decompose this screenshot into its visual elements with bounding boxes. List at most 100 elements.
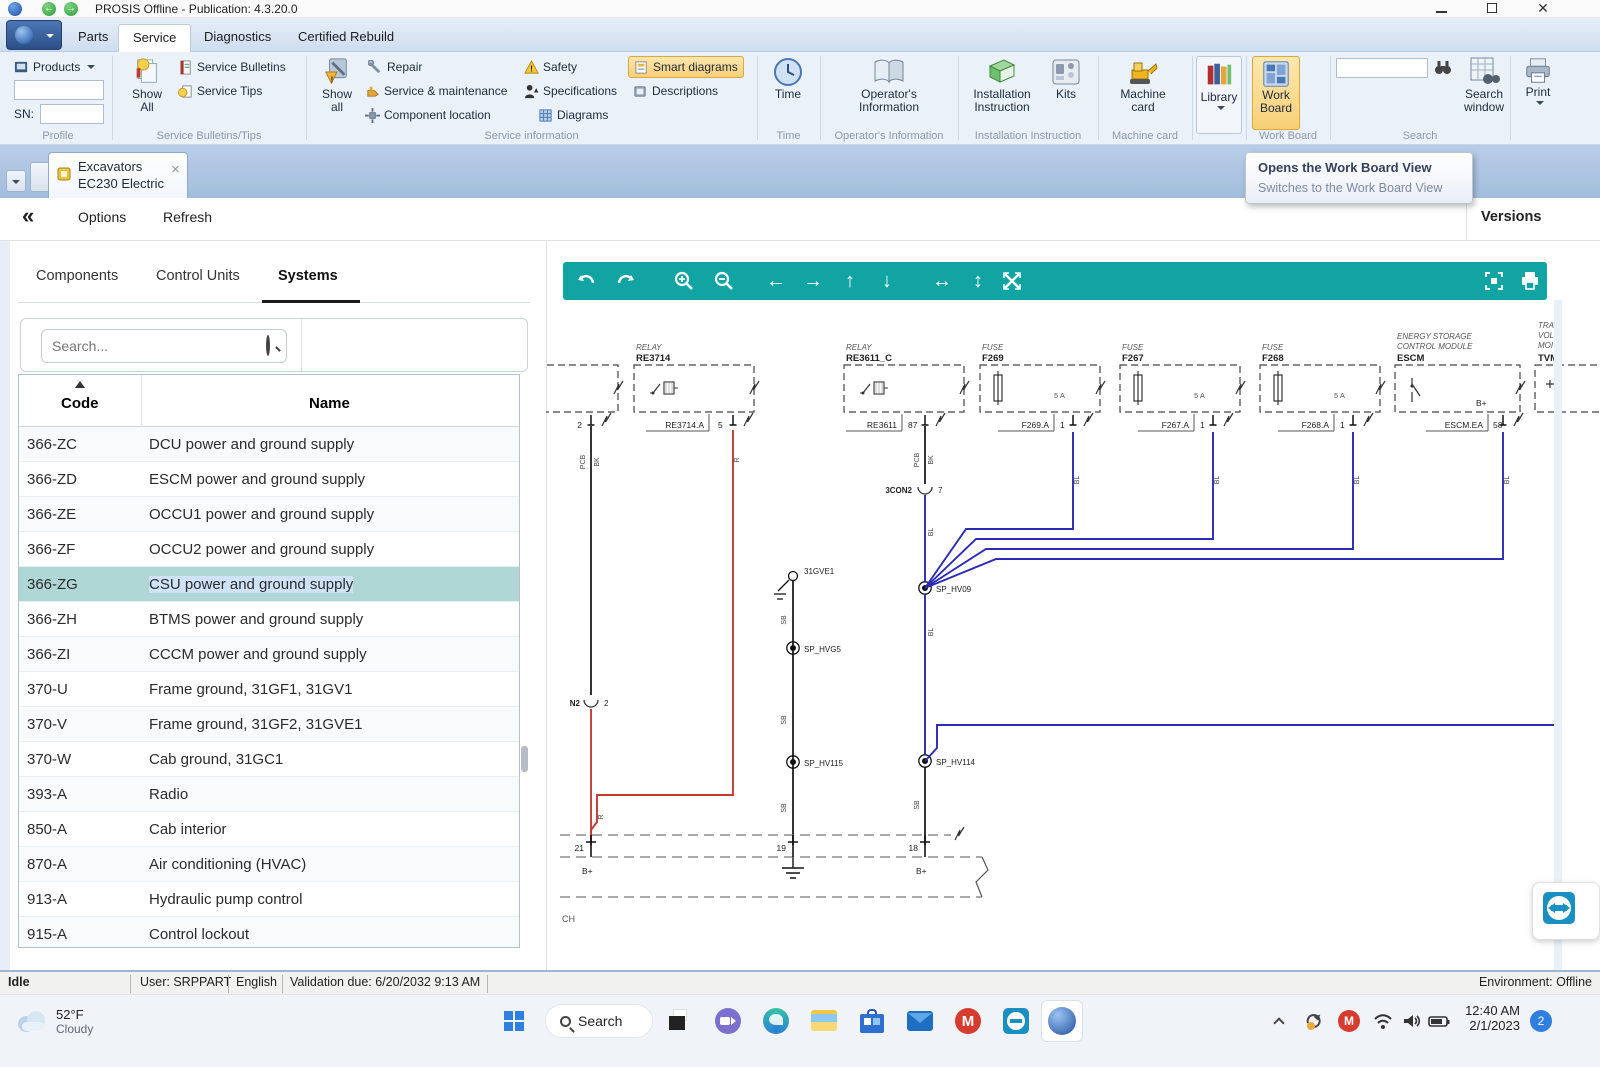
tab-parts[interactable]: Parts [64,24,122,52]
installation-instruction-button[interactable]: Installation Instruction [962,56,1042,114]
collapse-panel-button[interactable]: « [22,203,34,229]
safety-button[interactable]: ! Safety [524,57,577,77]
task-view-button[interactable] [663,1004,697,1038]
repair-button[interactable]: Repair [368,57,422,77]
store-app-icon[interactable] [855,1004,889,1038]
app-menu-button[interactable] [6,20,62,50]
column-header-code[interactable]: Code [61,395,99,412]
notification-badge[interactable]: 2 [1530,1010,1552,1032]
minimize-button[interactable] [1421,0,1461,17]
start-button[interactable] [497,1004,531,1038]
pan-left-icon[interactable]: ← [763,262,789,300]
table-row[interactable]: 870-AAir conditioning (HVAC) [19,847,519,882]
taskbar-search[interactable]: Search [545,1004,653,1038]
tab-components[interactable]: Components [36,268,118,284]
descriptions-button[interactable]: Descriptions [633,81,718,101]
nav-back-button[interactable]: ← [42,2,56,16]
machine-card-button[interactable]: Machine card [1108,56,1178,114]
table-row[interactable]: 913-AHydraulic pump control [19,882,519,917]
sn-input[interactable] [40,104,104,124]
search-window-button[interactable]: Search window [1458,56,1510,114]
table-row[interactable]: 915-AControl lockout [19,917,519,948]
print-button[interactable]: Print [1516,56,1560,105]
search-input[interactable] [41,329,287,363]
ribbon-search-input[interactable] [1336,58,1428,78]
diagrams-button[interactable]: Diagrams [538,105,608,125]
mail-app-icon[interactable] [903,1004,937,1038]
tray-mega-icon[interactable]: M [1332,1004,1366,1038]
teamviewer-popup[interactable] [1532,882,1600,940]
table-row[interactable]: 370-UFrame ground, 31GF1, 31GV1 [19,672,519,707]
diagram-scrollbar[interactable] [1554,300,1562,970]
tray-battery-icon[interactable] [1422,1004,1456,1038]
tab-diagnostics[interactable]: Diagnostics [190,24,285,52]
smart-diagrams-button[interactable]: Smart diagrams [628,56,744,78]
gmail-app-icon[interactable]: M [951,1004,985,1038]
pan-down-icon[interactable]: ↓ [874,262,900,300]
table-scrollbar[interactable] [521,746,528,772]
versions-button[interactable]: Versions [1481,209,1541,225]
expand-icon[interactable] [1001,270,1023,292]
prosis-app-icon[interactable] [1041,1000,1083,1042]
service-maintenance-button[interactable]: Service & maintenance [365,81,507,101]
sort-asc-icon[interactable] [75,381,85,388]
table-row[interactable]: 370-VFrame ground, 31GF2, 31GVE1 [19,707,519,742]
file-explorer-icon[interactable] [807,1004,841,1038]
weather-widget[interactable]: 52°F Cloudy [14,999,154,1043]
table-row-selected[interactable]: 366-ZGCSU power and ground supply [19,567,519,602]
tray-sync-icon[interactable] [1297,1004,1331,1038]
pan-up-icon[interactable]: ↑ [837,262,863,300]
close-button[interactable]: ✕ [1523,0,1563,17]
column-header-name[interactable]: Name [309,395,350,412]
print-label: Print [1526,86,1551,99]
table-row[interactable]: 366-ZICCCM power and ground supply [19,637,519,672]
fit-width-icon[interactable]: ↔ [929,262,955,300]
fit-screen-icon[interactable] [1483,270,1505,292]
show-all-bulletins-button[interactable]: Show All [122,56,172,114]
table-row[interactable]: 366-ZEOCCU1 power and ground supply [19,497,519,532]
tray-chevron-up-icon[interactable] [1262,1004,1296,1038]
maximize-button[interactable] [1472,0,1512,17]
service-bulletins-button[interactable]: Service Bulletins [178,57,286,77]
library-button[interactable]: Library [1196,56,1242,134]
profile-input[interactable] [14,80,104,100]
wiring-diagram[interactable]: RELAY RE3714 RELAY RE3611_C FUSE F269 FU… [546,300,1600,970]
specifications-button[interactable]: ▲ Specifications [524,81,617,101]
zoom-out-icon[interactable] [713,270,735,292]
products-dropdown[interactable]: Products [14,57,95,77]
close-tab-icon[interactable]: × [171,161,180,178]
show-all-service-button[interactable]: ! Show all [312,56,362,114]
tab-certified-rebuild[interactable]: Certified Rebuild [284,24,408,52]
redo-icon[interactable] [615,270,637,292]
document-tab-ec230[interactable]: Excavators EC230 Electric × [48,152,188,198]
table-row[interactable]: 366-ZFOCCU2 power and ground supply [19,532,519,567]
taskbar-clock[interactable]: 12:40 AM 2/1/2023 [1456,1003,1520,1033]
tab-control-units[interactable]: Control Units [156,268,240,284]
print-diagram-icon[interactable] [1519,270,1541,292]
service-tips-button[interactable]: Service Tips [178,81,262,101]
work-board-button[interactable]: Work Board [1252,56,1300,130]
tab-systems[interactable]: Systems [278,268,338,284]
table-row[interactable]: 366-ZHBTMS power and ground supply [19,602,519,637]
tab-service[interactable]: Service [118,24,191,52]
fit-height-icon[interactable]: ↕ [965,262,991,300]
operators-information-button[interactable]: Operator's Information [846,56,932,114]
table-row[interactable]: 370-WCab ground, 31GC1 [19,742,519,777]
component-location-button[interactable]: Component location [365,105,491,125]
table-row[interactable]: 366-ZDESCM power and ground supply [19,462,519,497]
pan-right-icon[interactable]: → [800,262,826,300]
nav-forward-button[interactable]: → [64,2,78,16]
edge-browser-icon[interactable] [759,1004,793,1038]
tab-list-dropdown-button[interactable] [6,170,26,192]
table-row[interactable]: 366-ZCDCU power and ground supply [19,427,519,462]
refresh-button[interactable]: Refresh [163,209,212,225]
table-row[interactable]: 393-ARadio [19,777,519,812]
zoom-in-icon[interactable] [673,270,695,292]
teamviewer-app-icon[interactable] [999,1004,1033,1038]
time-button[interactable]: Time [760,56,816,101]
undo-icon[interactable] [575,270,597,292]
kits-button[interactable]: Kits [1044,56,1088,101]
options-button[interactable]: Options [78,209,126,225]
meet-app-icon[interactable] [711,1004,745,1038]
table-row[interactable]: 850-ACab interior [19,812,519,847]
